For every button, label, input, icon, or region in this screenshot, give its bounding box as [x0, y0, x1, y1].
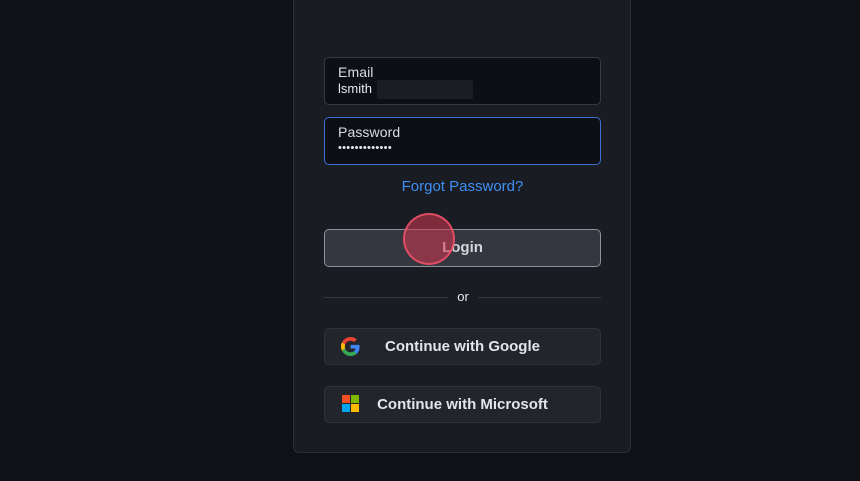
divider-line-right	[478, 297, 601, 298]
password-field[interactable]: Password	[324, 117, 601, 165]
redacted-email-segment	[377, 80, 473, 99]
email-field[interactable]: Email	[324, 57, 601, 105]
google-button-label: Continue with Google	[385, 338, 540, 355]
continue-with-google-button[interactable]: Continue with Google	[324, 328, 601, 365]
password-label: Password	[338, 124, 401, 140]
divider-or-text: or	[457, 289, 469, 304]
divider-line-left	[324, 297, 448, 298]
login-button[interactable]: Login	[324, 229, 601, 267]
password-input[interactable]	[338, 142, 588, 154]
microsoft-button-label: Continue with Microsoft	[377, 396, 548, 413]
forgot-password-link[interactable]: Forgot Password?	[324, 178, 601, 195]
email-label: Email	[338, 64, 374, 80]
login-page: Email Password Forgot Password? Login or…	[0, 0, 860, 481]
continue-with-microsoft-button[interactable]: Continue with Microsoft	[324, 386, 601, 423]
